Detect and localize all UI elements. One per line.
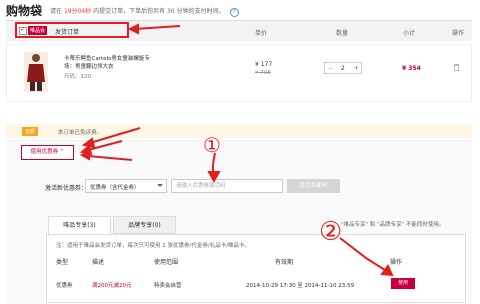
- annotation-number-1: ①: [203, 133, 221, 157]
- tutorial-annotations: ① ②: [79, 23, 394, 277]
- arrow-to-highlight-box: [127, 23, 181, 35]
- arrow-to-use-button: [339, 237, 394, 277]
- arrow-to-coupon-toggle: [79, 127, 141, 161]
- arrow-to-code-input: [207, 152, 221, 184]
- annotation-number-2: ②: [319, 217, 342, 247]
